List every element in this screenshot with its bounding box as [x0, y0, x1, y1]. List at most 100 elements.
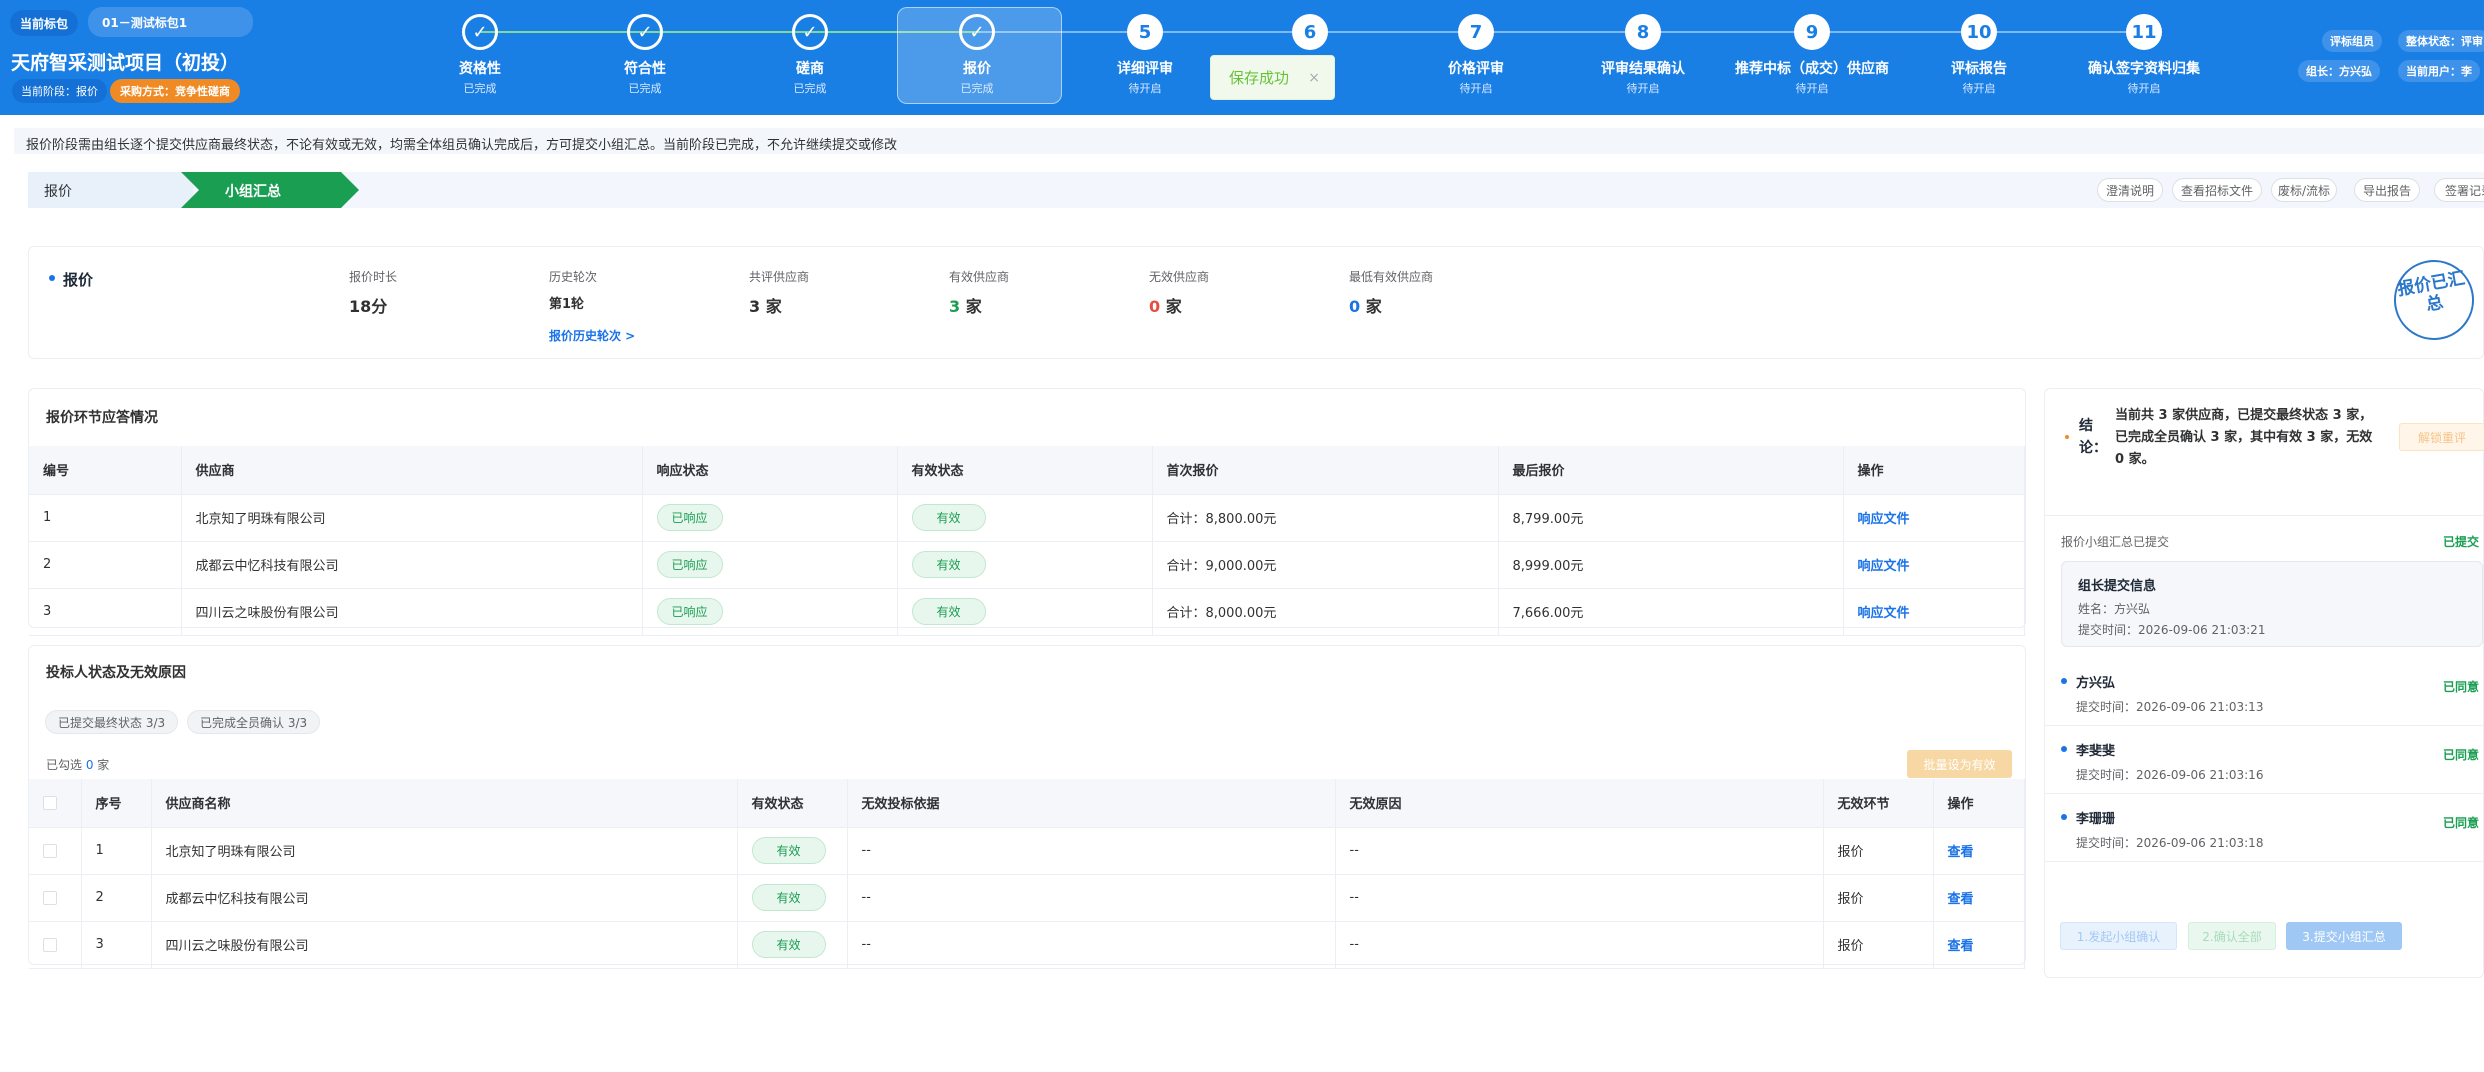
- table-cell: 北京知了明珠有限公司: [181, 494, 643, 542]
- batch-set-valid-button[interactable]: 批量设为有效: [1907, 750, 2012, 778]
- row-checkbox[interactable]: [43, 937, 57, 952]
- step-number: 9: [1794, 14, 1830, 50]
- member-time: 提交时间：2026-09-06 21:03:18: [2076, 836, 2264, 850]
- select-all-checkbox-cell: [29, 779, 82, 828]
- submit-group-summary-button[interactable]: 3.提交小组汇总: [2286, 922, 2402, 950]
- row-checkbox[interactable]: [43, 843, 57, 858]
- sign-record-button[interactable]: 签署记录: [2434, 178, 2484, 202]
- table-cell: 查看: [1933, 827, 2025, 875]
- start-group-confirm-button[interactable]: 1.发起小组确认: [2060, 922, 2177, 950]
- table-cell: 报价: [1823, 921, 1934, 969]
- response-file-link[interactable]: 响应文件: [1858, 559, 1910, 574]
- field-label-duration: 报价时长: [349, 270, 398, 284]
- procurement-method-badge: 采购方式：竞争性磋商: [110, 79, 240, 103]
- table-cell: 3: [29, 588, 182, 636]
- success-toast: 保存成功 ×: [1210, 55, 1335, 100]
- step-status: 待开启: [1795, 82, 1829, 95]
- table-row: 2 成都云中忆科技有限公司 有效 -- -- 报价 查看: [29, 874, 2025, 922]
- toast-close-icon[interactable]: ×: [1308, 70, 1320, 86]
- response-file-link[interactable]: 响应文件: [1858, 606, 1910, 621]
- table-cell: 四川云之味股份有限公司: [181, 588, 643, 636]
- export-report-button[interactable]: 导出报告: [2354, 178, 2420, 202]
- table-cell: 3: [81, 921, 152, 969]
- table-cell: 报价: [1823, 874, 1934, 922]
- table-cell: 北京知了明珠有限公司: [151, 827, 738, 875]
- bidder-table: 序号 供应商名称 有效状态 无效投标依据 无效原因 无效环节 操作 1 北京知了明珠有限公司有…: [29, 779, 2025, 969]
- cell-text: 报价: [1837, 939, 1864, 954]
- unlock-reevaluate-button[interactable]: 解锁重评: [2399, 423, 2484, 451]
- clarification-button[interactable]: 澄清说明: [2097, 178, 2163, 202]
- cell-text: 四川云之味股份有限公司: [195, 606, 339, 621]
- step-5[interactable]: 5 详细评审 待开启: [1065, 0, 1225, 115]
- step-11[interactable]: 11 确认签字资料归集 待开启: [2064, 0, 2224, 115]
- table-cell: 四川云之味股份有限公司: [151, 921, 738, 969]
- table-cell: 响应文件: [1843, 588, 2025, 636]
- leader-badge: 组长：方兴弘: [2298, 60, 2380, 82]
- breadcrumb-stage[interactable]: 报价: [28, 172, 193, 208]
- leader-box-title: 组长提交信息: [2078, 579, 2157, 594]
- view-link[interactable]: 查看: [1948, 939, 1974, 954]
- table-cell: 有效: [737, 874, 848, 922]
- step-status: 已完成: [463, 82, 497, 95]
- step-number: 6: [1292, 14, 1328, 50]
- leader-submit-box: 组长提交信息 姓名：方兴弘 提交时间：2026-09-06 21:03:21: [2061, 561, 2483, 647]
- conclusion-text: 当前共 3 家供应商，已提交最终状态 3 家，已完成全员确认 3 家，其中有效 …: [2115, 408, 2373, 467]
- table-cell: 查看: [1933, 874, 2025, 922]
- table-cell: --: [847, 921, 1336, 969]
- confirm-all-button[interactable]: 2.确认全部: [2188, 922, 2276, 950]
- cell-text: 报价: [1837, 892, 1864, 907]
- table-cell: 已响应: [642, 588, 898, 636]
- cell-text: --: [1349, 937, 1359, 952]
- table-cell: 合计：8,000.00元: [1152, 588, 1499, 636]
- column-header: 无效环节: [1823, 779, 1934, 828]
- select-all-checkbox[interactable]: [43, 795, 57, 810]
- breadcrumb-sub[interactable]: 小组汇总: [181, 172, 359, 208]
- view-link[interactable]: 查看: [1948, 845, 1974, 860]
- table-row: 2 成都云中忆科技有限公司 已响应 有效 合计：9,000.00元 8,999.00元 响应…: [29, 541, 2025, 589]
- cell-text: 1: [43, 510, 52, 525]
- abolish-bid-button[interactable]: 废标/流标: [2271, 178, 2337, 202]
- response-status-tag: 已响应: [656, 598, 723, 625]
- table-cell: 有效: [897, 494, 1153, 542]
- table-cell: 成都云中忆科技有限公司: [151, 874, 738, 922]
- current-stage-badge: 当前阶段：报价: [12, 79, 107, 103]
- view-tender-doc-button[interactable]: 查看招标文件: [2172, 178, 2262, 202]
- title-dot: [49, 275, 55, 281]
- column-header: 操作: [1843, 446, 2025, 495]
- table-cell: 合计：9,000.00元: [1152, 541, 1499, 589]
- table-cell: 合计：8,800.00元: [1152, 494, 1499, 542]
- view-link[interactable]: 查看: [1948, 892, 1974, 907]
- table-cell: 有效: [737, 921, 848, 969]
- history-rounds-link[interactable]: 报价历史轮次 >: [549, 327, 635, 344]
- current-user-badge: 当前用户：李: [2398, 60, 2480, 82]
- field-value-lowest: 0 家: [1349, 297, 1382, 316]
- step-number: 7: [1458, 14, 1494, 50]
- member-name: 李珊珊: [2076, 812, 2116, 827]
- table-cell: --: [1335, 921, 1824, 969]
- cell-text: 8,999.00元: [1512, 559, 1584, 574]
- column-header: 有效状态: [737, 779, 848, 828]
- response-table-card: 报价环节应答情况 编号 供应商 响应状态 有效状态 首次报价 最后报价 操作 1 北京知了明珠…: [28, 388, 2026, 636]
- check-icon: ✓: [462, 14, 498, 50]
- table-row: 1 北京知了明珠有限公司 已响应 有效 合计：8,800.00元 8,799.00元 响应文…: [29, 494, 2025, 542]
- member-time: 提交时间：2026-09-06 21:03:13: [2076, 700, 2264, 714]
- step-label: 确认签字资料归集: [2088, 61, 2200, 77]
- table-cell: --: [1335, 874, 1824, 922]
- conclusion-dot: [2065, 435, 2069, 439]
- field-label-invalid: 无效供应商: [1149, 270, 1210, 284]
- right-summary-panel: 结论： 当前共 3 家供应商，已提交最终状态 3 家，已完成全员确认 3 家，其…: [2044, 388, 2484, 978]
- field-label-total: 共评供应商: [749, 270, 810, 284]
- cell-text: 8,799.00元: [1512, 512, 1584, 527]
- response-table-title: 报价环节应答情况: [46, 410, 158, 426]
- column-header: 编号: [29, 446, 182, 495]
- step-status: 已完成: [960, 82, 994, 95]
- member-dot: [2061, 814, 2067, 820]
- table-cell: 1: [81, 827, 152, 875]
- response-file-link[interactable]: 响应文件: [1858, 512, 1910, 527]
- field-value-invalid: 0 家: [1149, 297, 1182, 316]
- column-header: 无效投标依据: [847, 779, 1336, 828]
- row-checkbox[interactable]: [43, 890, 57, 905]
- package-select[interactable]: 01－测试标包1: [88, 7, 253, 37]
- table-row: 3 四川云之味股份有限公司 已响应 有效 合计：8,000.00元 7,666.00元 响应…: [29, 588, 2025, 636]
- table-cell: 查看: [1933, 921, 2025, 969]
